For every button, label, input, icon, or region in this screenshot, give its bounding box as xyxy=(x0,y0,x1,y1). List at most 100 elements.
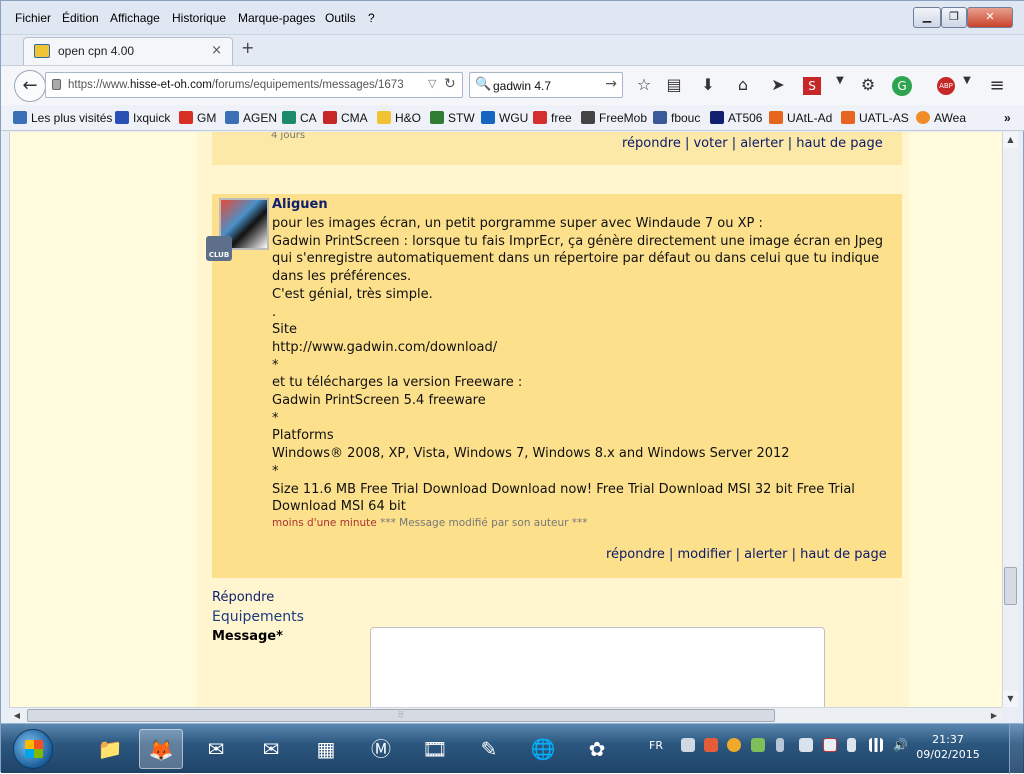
reply-link[interactable]: répondre xyxy=(606,547,665,562)
clock[interactable]: 21:37 09/02/2015 xyxy=(915,732,981,762)
tray-icon[interactable] xyxy=(681,738,695,752)
search-input[interactable]: gadwin 4.7 xyxy=(493,79,551,93)
post-body: pour les images écran, un petit porgramm… xyxy=(272,215,894,516)
bookmark-item[interactable]: AWea xyxy=(916,111,966,125)
volume-icon[interactable]: 🔊 xyxy=(893,738,908,752)
back-arrow-icon[interactable]: ← xyxy=(14,70,46,102)
explorer-icon[interactable]: 📁 xyxy=(88,729,132,769)
home-icon[interactable]: ⌂ xyxy=(732,75,754,94)
tray-icon[interactable] xyxy=(751,738,765,752)
tray-icon[interactable] xyxy=(704,738,718,752)
tab-close-icon[interactable]: × xyxy=(211,43,222,58)
m-app-icon[interactable]: Ⓜ xyxy=(359,729,403,769)
extension-dropdown-icon[interactable]: ▼ xyxy=(829,75,851,86)
reply-link[interactable]: répondre xyxy=(622,136,681,151)
send-icon[interactable]: ➤ xyxy=(767,75,789,94)
language-indicator[interactable]: FR xyxy=(649,739,663,752)
history-dropdown-icon[interactable]: ▽ xyxy=(428,77,436,90)
google-earth-icon[interactable]: 🌐 xyxy=(521,729,565,769)
report-link[interactable]: alerter xyxy=(744,547,787,562)
horizontal-scrollbar[interactable]: ◀ ⦙⦙⦙ ▶ xyxy=(9,707,1002,723)
battery-icon[interactable] xyxy=(847,738,856,752)
bookmark-item[interactable]: GM xyxy=(179,111,216,125)
show-desktop-button[interactable] xyxy=(1009,724,1023,774)
bookmark-icon xyxy=(769,111,783,124)
bookmark-item[interactable]: STW xyxy=(430,111,475,125)
navigation-bar: ← https://www.hisse-et-oh.com/forums/equ… xyxy=(1,65,1024,105)
top-of-page-link[interactable]: haut de page xyxy=(800,547,887,562)
signal-icon[interactable] xyxy=(869,738,883,752)
scroll-up-icon[interactable]: ▲ xyxy=(1003,132,1018,148)
start-button[interactable] xyxy=(13,729,53,769)
mail-icon[interactable]: ✉ xyxy=(249,729,293,769)
reading-list-icon[interactable]: ▤ xyxy=(663,75,685,94)
new-tab-button[interactable]: + xyxy=(241,38,254,57)
scroll-down-icon[interactable]: ▼ xyxy=(1003,691,1018,707)
grammar-extension-icon[interactable]: G xyxy=(892,76,912,96)
scroll-thumb[interactable]: ⦙⦙⦙ xyxy=(27,709,775,722)
bookmark-item[interactable]: AT506 xyxy=(710,111,762,125)
bookmark-item[interactable]: fbouc xyxy=(653,111,700,125)
tab-open-cpn[interactable]: open cpn 4.00 × xyxy=(23,37,233,65)
maximize-button[interactable]: ❐ xyxy=(941,7,967,28)
bookmarks-overflow-icon[interactable]: » xyxy=(1004,111,1011,125)
tray-icon[interactable] xyxy=(823,738,837,752)
message-textarea[interactable] xyxy=(370,627,825,707)
adblock-icon[interactable]: ABP xyxy=(937,77,955,95)
calculator-icon[interactable]: ▦ xyxy=(304,729,348,769)
reload-icon[interactable]: ↻ xyxy=(444,76,456,92)
bookmark-item[interactable]: Ixquick xyxy=(115,111,170,125)
picasa-icon[interactable]: ✿ xyxy=(575,729,619,769)
menu-outils[interactable]: Outils xyxy=(325,11,356,25)
edit-link[interactable]: modifier xyxy=(677,547,731,562)
menu-affichage[interactable]: Affichage xyxy=(110,11,160,25)
report-link[interactable]: alerter xyxy=(740,136,783,151)
firefox-icon[interactable]: 🦊 xyxy=(139,729,183,769)
download-link[interactable]: http://www.gadwin.com/download/ xyxy=(272,339,894,357)
tray-icon[interactable] xyxy=(727,738,741,752)
bookmark-item[interactable]: WGU xyxy=(481,111,528,125)
menu-help[interactable]: ? xyxy=(368,11,375,25)
s-extension-icon[interactable]: S xyxy=(803,77,821,95)
close-window-button[interactable]: ✕ xyxy=(967,7,1013,28)
search-go-arrow-icon[interactable]: → xyxy=(605,76,617,92)
minimize-button[interactable]: ▁ xyxy=(913,7,941,28)
bluetooth-icon[interactable] xyxy=(776,738,784,752)
menu-marque-pages[interactable]: Marque-pages xyxy=(238,11,315,25)
bookmark-item[interactable]: UATL-AS xyxy=(841,111,909,125)
thunderbird-icon[interactable]: ✉ xyxy=(194,729,238,769)
vote-link[interactable]: voter xyxy=(693,136,727,151)
url-bar[interactable]: https://www.hisse-et-oh.com/forums/equip… xyxy=(45,72,463,98)
scroll-thumb[interactable] xyxy=(1004,567,1017,605)
menu-fichier[interactable]: Fichier xyxy=(15,11,51,25)
forum-post: CLUB Aliguen pour les images écran, un p… xyxy=(206,194,902,578)
post-actions: répondre | voter | alerter | haut de pag… xyxy=(622,136,883,151)
bookmark-item[interactable]: CA xyxy=(282,111,317,125)
studio-icon[interactable]: 🎞 xyxy=(413,729,457,769)
menu-historique[interactable]: Historique xyxy=(172,11,226,25)
bookmark-item[interactable]: Les plus visités xyxy=(13,111,112,125)
reply-heading-link[interactable]: Répondre xyxy=(212,590,274,605)
bookmark-item[interactable]: free xyxy=(533,111,572,125)
bookmark-item[interactable]: AGEN xyxy=(225,111,277,125)
hamburger-menu-icon[interactable]: ≡ xyxy=(986,75,1008,96)
bookmark-item[interactable]: UAtL-Ad xyxy=(769,111,832,125)
menu-edition[interactable]: Édition xyxy=(62,11,99,25)
section-link[interactable]: Equipements xyxy=(212,609,304,625)
scroll-left-icon[interactable]: ◀ xyxy=(9,708,25,723)
bookmark-star-icon[interactable]: ☆ xyxy=(633,75,655,94)
bookmark-item[interactable]: H&O xyxy=(377,111,421,125)
puzzle-icon[interactable]: ⚙ xyxy=(857,75,879,94)
search-bar[interactable]: 🔍 gadwin 4.7 → xyxy=(469,72,623,98)
tray-icon[interactable] xyxy=(799,738,813,752)
bookmark-item[interactable]: CMA xyxy=(323,111,368,125)
adblock-dropdown-icon[interactable]: ▼ xyxy=(956,75,978,86)
url-text[interactable]: https://www.hisse-et-oh.com/forums/equip… xyxy=(68,79,423,91)
bookmark-item[interactable]: FreeMob xyxy=(581,111,647,125)
top-of-page-link[interactable]: haut de page xyxy=(796,136,883,151)
scroll-right-icon[interactable]: ▶ xyxy=(986,708,1002,723)
post-author[interactable]: Aliguen xyxy=(272,197,328,212)
download-icon[interactable]: ⬇ xyxy=(697,75,719,94)
vertical-scrollbar[interactable]: ▲ ▼ xyxy=(1002,132,1018,707)
openoffice-icon[interactable]: ✎ xyxy=(467,729,511,769)
